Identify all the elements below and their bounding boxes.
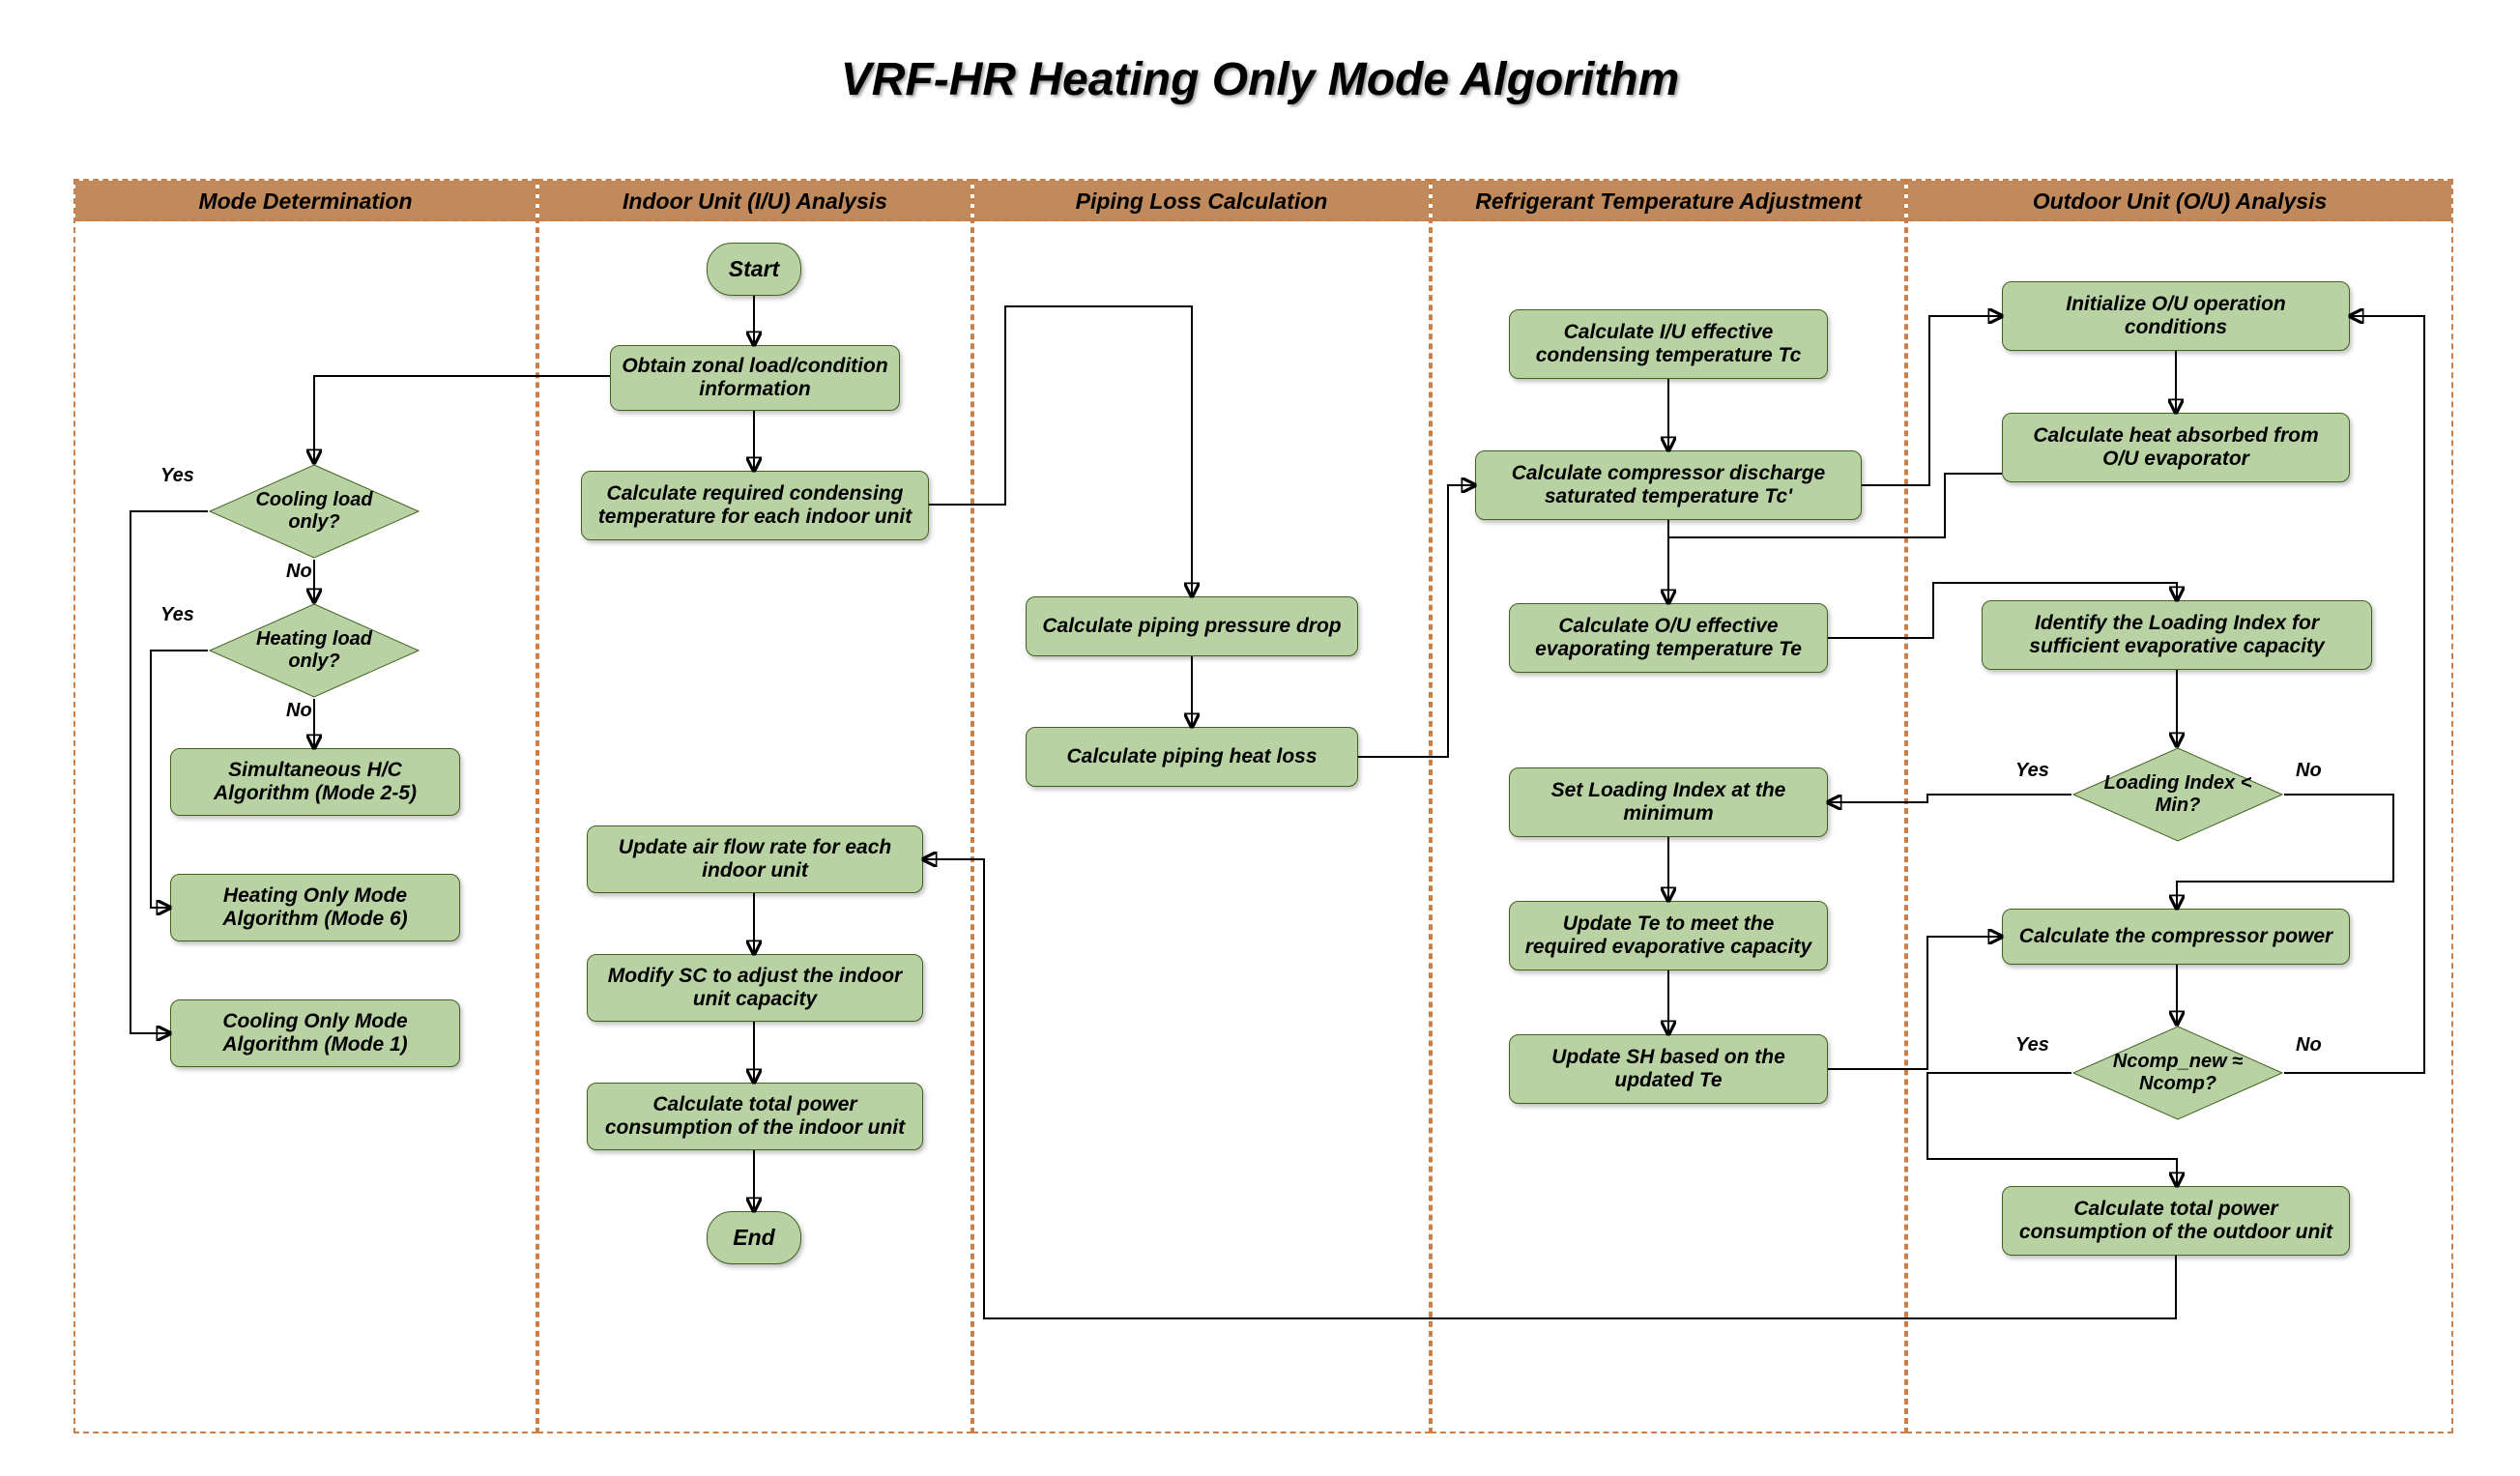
process-modify-sc: Modify SC to adjust the indoor unit capa… bbox=[587, 954, 923, 1022]
lane-header-iu: Indoor Unit (I/U) Analysis bbox=[539, 181, 970, 221]
process-calc-te: Calculate O/U effective evaporating temp… bbox=[1509, 603, 1828, 673]
process-calc-tcp: Calculate compressor discharge saturated… bbox=[1475, 450, 1862, 520]
process-simul-hc: Simultaneous H/C Algorithm (Mode 2-5) bbox=[170, 748, 460, 816]
label-ncomp-yes: Yes bbox=[2015, 1034, 2049, 1056]
label-cooling-no: No bbox=[286, 561, 312, 583]
decision-limin: Loading Index < Min? bbox=[2071, 746, 2284, 843]
label-ncomp-no: No bbox=[2296, 1034, 2322, 1056]
process-heat-abs: Calculate heat absorbed from O/U evapora… bbox=[2002, 413, 2350, 482]
decision-heating: Heating load only? bbox=[208, 602, 420, 699]
label-heating-yes: Yes bbox=[160, 604, 194, 626]
lane-header-mode: Mode Determination bbox=[75, 181, 536, 221]
process-identify-li: Identify the Loading Index for sufficien… bbox=[1982, 600, 2372, 670]
process-update-sh: Update SH based on the updated Te bbox=[1509, 1034, 1828, 1104]
process-calc-cond-iu: Calculate required condensing temperatur… bbox=[581, 471, 929, 540]
process-update-airflow: Update air flow rate for each indoor uni… bbox=[587, 825, 923, 893]
process-ou-power: Calculate total power consumption of the… bbox=[2002, 1186, 2350, 1256]
page-title: VRF-HR Heating Only Mode Algorithm bbox=[0, 0, 2520, 106]
label-limin-no: No bbox=[2296, 760, 2322, 782]
decision-cooling-label: Cooling load only? bbox=[237, 478, 391, 545]
lane-piping: Piping Loss Calculation bbox=[972, 179, 1431, 1433]
end-terminator: End bbox=[707, 1211, 801, 1264]
decision-ncomp: Ncomp_new ≈ Ncomp? bbox=[2071, 1025, 2284, 1121]
process-set-li: Set Loading Index at the minimum bbox=[1509, 767, 1828, 837]
decision-limin-label: Loading Index < Min? bbox=[2100, 761, 2255, 828]
process-obtain-zonal: Obtain zonal load/condition information bbox=[610, 345, 900, 411]
label-heating-no: No bbox=[286, 700, 312, 722]
lane-header-rta: Refrigerant Temperature Adjustment bbox=[1433, 181, 1904, 221]
process-calc-comp: Calculate the compressor power bbox=[2002, 909, 2350, 965]
process-heating-only: Heating Only Mode Algorithm (Mode 6) bbox=[170, 874, 460, 941]
process-init-ou: Initialize O/U operation conditions bbox=[2002, 281, 2350, 351]
label-limin-yes: Yes bbox=[2015, 760, 2049, 782]
decision-heating-label: Heating load only? bbox=[237, 617, 391, 684]
lane-header-ou: Outdoor Unit (O/U) Analysis bbox=[1908, 181, 2451, 221]
process-piping-heat: Calculate piping heat loss bbox=[1026, 727, 1358, 787]
process-update-te: Update Te to meet the required evaporati… bbox=[1509, 901, 1828, 970]
process-calc-tc: Calculate I/U effective condensing tempe… bbox=[1509, 309, 1828, 379]
process-cooling-only: Cooling Only Mode Algorithm (Mode 1) bbox=[170, 999, 460, 1067]
lane-header-piping: Piping Loss Calculation bbox=[974, 181, 1429, 221]
decision-ncomp-label: Ncomp_new ≈ Ncomp? bbox=[2100, 1039, 2255, 1107]
label-cooling-yes: Yes bbox=[160, 465, 194, 487]
process-iu-power: Calculate total power consumption of the… bbox=[587, 1083, 923, 1150]
start-terminator: Start bbox=[707, 243, 801, 296]
decision-cooling: Cooling load only? bbox=[208, 463, 420, 560]
process-piping-drop: Calculate piping pressure drop bbox=[1026, 596, 1358, 656]
